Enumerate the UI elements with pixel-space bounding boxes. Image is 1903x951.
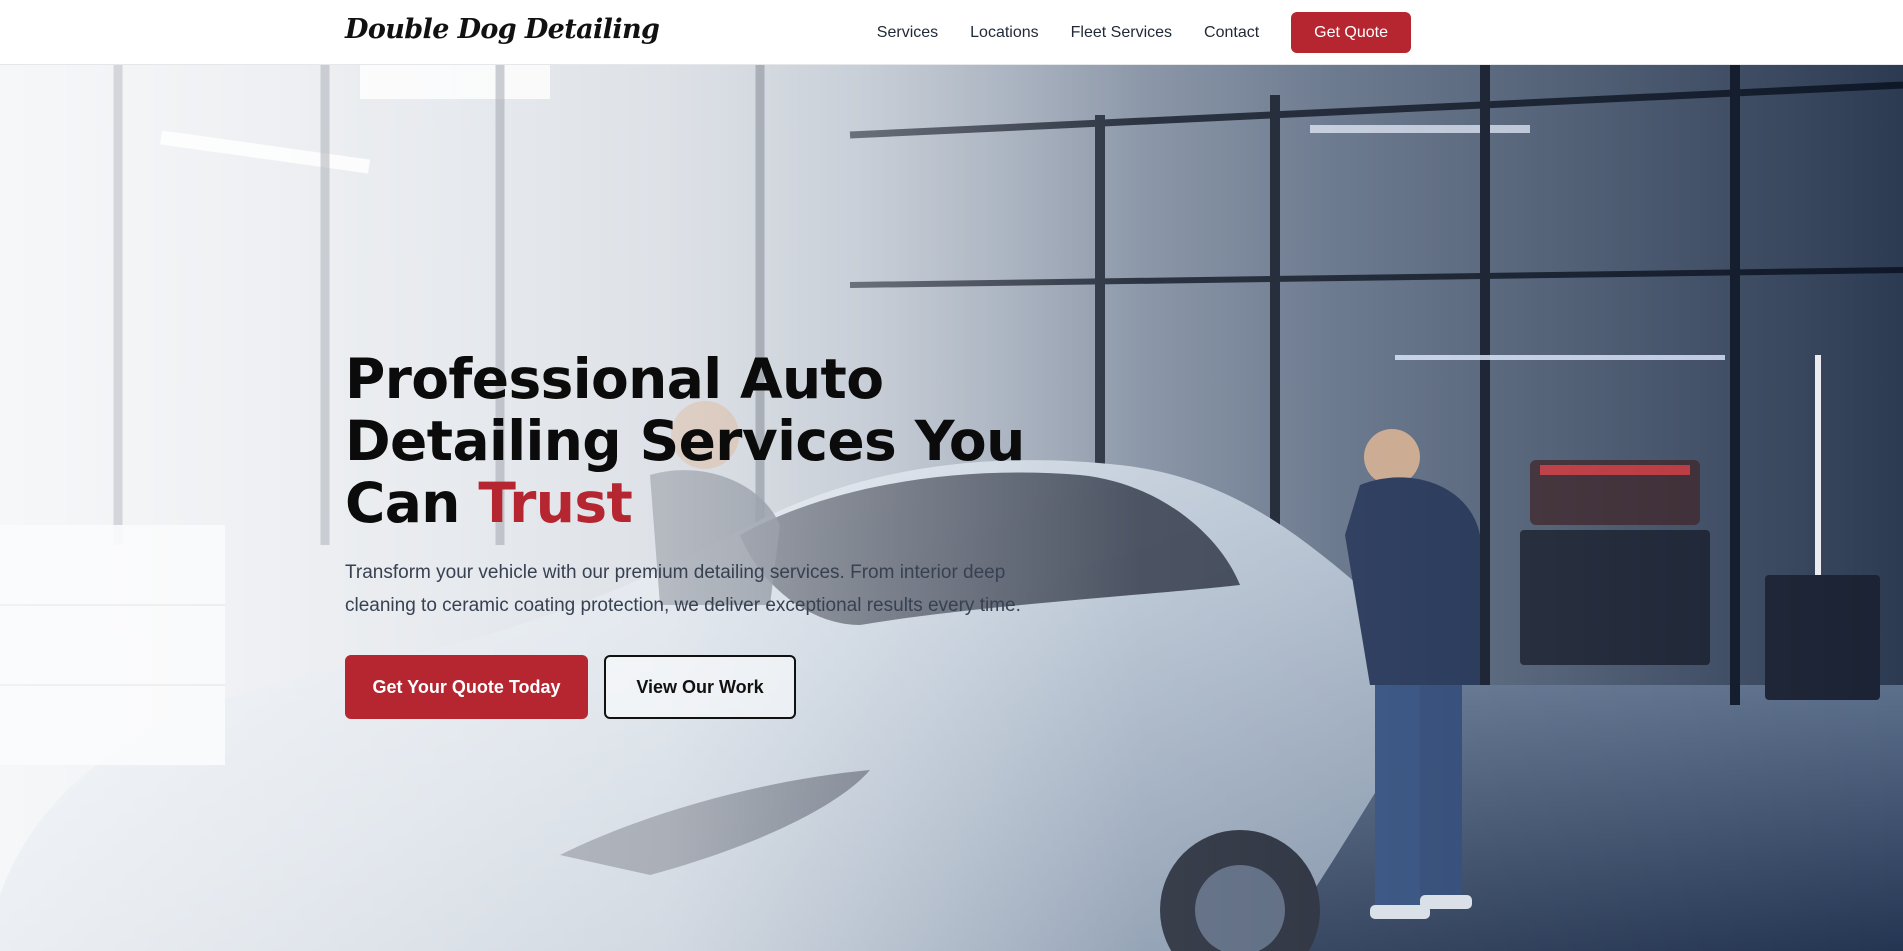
hero-content: Professional Auto Detailing Services You… — [345, 348, 1045, 719]
top-navbar: Double Dog Detailing Services Locations … — [0, 0, 1903, 65]
hero-title-accent: Trust — [478, 471, 633, 535]
get-your-quote-button[interactable]: Get Your Quote Today — [345, 655, 588, 719]
hero-title: Professional Auto Detailing Services You… — [345, 348, 1045, 534]
get-quote-button[interactable]: Get Quote — [1291, 12, 1411, 53]
nav-link-contact[interactable]: Contact — [1204, 24, 1259, 42]
brand-logo[interactable]: Double Dog Detailing — [345, 14, 660, 45]
nav-link-services[interactable]: Services — [877, 24, 938, 42]
hero-buttons: Get Your Quote Today View Our Work — [345, 655, 1045, 719]
hero-title-line-3: Can — [345, 471, 479, 535]
nav-link-locations[interactable]: Locations — [970, 24, 1039, 42]
main-nav: Services Locations Fleet Services Contac… — [845, 0, 1411, 65]
nav-link-fleet-services[interactable]: Fleet Services — [1071, 24, 1172, 42]
hero-title-line-2: Detailing Services You — [345, 409, 1025, 473]
hero-title-line-1: Professional Auto — [345, 347, 884, 411]
hero-section: Professional Auto Detailing Services You… — [0, 65, 1903, 951]
hero-subtitle: Transform your vehicle with our premium … — [345, 562, 1021, 616]
view-our-work-button[interactable]: View Our Work — [604, 655, 796, 719]
